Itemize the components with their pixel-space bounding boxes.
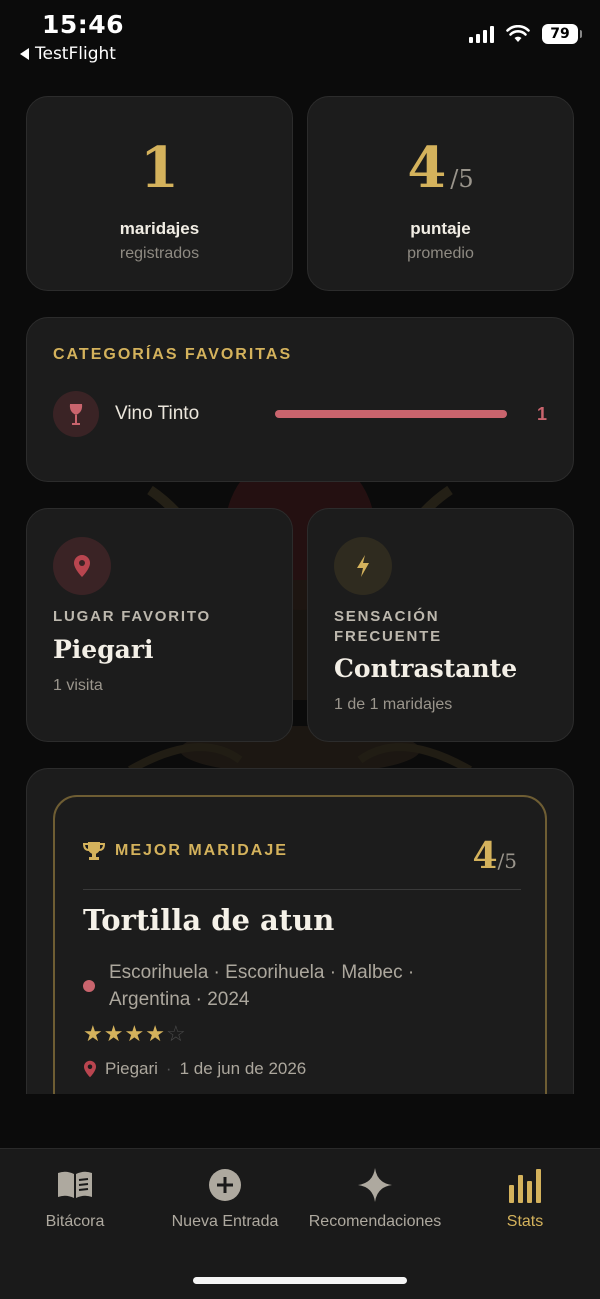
best-pairing-wine: Escorihuela · Escorihuela · Malbec · Arg…: [109, 962, 415, 1010]
best-pairing-card[interactable]: MEJOR MARIDAJE 4/5 Tortilla de atun Esco…: [26, 768, 574, 1094]
best-score-scale: /5: [497, 849, 517, 873]
battery-icon: 79: [542, 24, 582, 44]
tab-label: Stats: [506, 1213, 544, 1230]
back-label: TestFlight: [35, 44, 116, 64]
sparkle-icon: [300, 1165, 450, 1205]
score-label: puntaje: [410, 219, 471, 238]
sensation-label: SENSACIÓN FRECUENTE: [334, 607, 442, 647]
best-pairing-place: Piegari: [105, 1059, 158, 1078]
best-pairing-score: 4/5: [472, 835, 517, 877]
score-scale: /5: [450, 165, 474, 193]
best-pairing-frame: MEJOR MARIDAJE 4/5 Tortilla de atun Esco…: [53, 795, 547, 1094]
trophy-icon: [83, 842, 105, 860]
score-sublabel: promedio: [407, 245, 474, 262]
best-pairing-label: MEJOR MARIDAJE: [115, 842, 288, 859]
stat-card-pairings: 1 maridajes registrados: [26, 96, 293, 291]
star-filled-icon: ★: [145, 1021, 166, 1046]
book-icon: [0, 1165, 150, 1205]
star-empty-icon: ☆: [165, 1021, 187, 1046]
category-row: Vino Tinto 1: [53, 390, 549, 438]
wifi-icon: [506, 25, 530, 42]
back-to-testflight-link[interactable]: TestFlight: [20, 44, 116, 64]
frequent-sensation-card: SENSACIÓN FRECUENTE Contrastante 1 de 1 m…: [307, 508, 574, 742]
location-pin-icon: [84, 1060, 96, 1078]
sensation-label-line2: FRECUENTE: [334, 628, 442, 645]
divider: [83, 889, 521, 890]
sensation-sub: 1 de 1 maridajes: [334, 696, 453, 713]
cellular-signal-icon: [469, 25, 494, 43]
system-indicators: 79: [469, 24, 582, 44]
status-time: 15:46: [42, 10, 125, 39]
best-pairing-meta: Piegari · 1 de jun de 2026: [83, 1059, 306, 1079]
tab-stats[interactable]: Stats: [450, 1165, 600, 1231]
tab-recomendaciones[interactable]: Recomendaciones: [300, 1165, 450, 1231]
sensation-value: Contrastante: [334, 654, 518, 683]
category-bar: [275, 410, 507, 418]
favorite-place-label: LUGAR FAVORITO: [53, 608, 211, 625]
categories-title: CATEGORÍAS FAVORITAS: [53, 346, 293, 363]
lightning-icon: [334, 537, 392, 595]
pairings-label: maridajes: [119, 219, 200, 238]
pairings-count: 1: [140, 135, 179, 201]
best-pairing-header: MEJOR MARIDAJE: [83, 841, 288, 861]
back-arrow-icon: [20, 48, 29, 60]
status-bar: 15:46 TestFlight 79: [0, 0, 600, 80]
average-score: 4: [407, 135, 447, 201]
stat-card-score: 4/5 puntaje promedio: [307, 96, 574, 291]
star-rating: ★★★★☆: [83, 1021, 187, 1047]
category-bar-fill: [275, 410, 507, 418]
sensation-label-line1: SENSACIÓN: [334, 608, 440, 625]
favorite-categories-card: CATEGORÍAS FAVORITAS Vino Tinto 1: [26, 317, 574, 482]
bar-chart-icon: [450, 1165, 600, 1205]
best-pairing-title: Tortilla de atun: [83, 903, 335, 937]
tab-label: Nueva Entrada: [171, 1213, 279, 1230]
location-pin-icon: [53, 537, 111, 595]
tab-bitacora[interactable]: Bitácora: [0, 1165, 150, 1231]
best-pairing-date: 1 de jun de 2026: [179, 1059, 307, 1078]
category-name: Vino Tinto: [115, 403, 200, 424]
tab-label: Bitácora: [45, 1213, 105, 1230]
wine-glass-icon: [53, 391, 99, 437]
star-filled-icon: ★: [103, 1021, 125, 1046]
tab-nueva-entrada[interactable]: Nueva Entrada: [150, 1165, 300, 1231]
best-score-value: 4: [472, 835, 498, 877]
favorite-place-visits: 1 visita: [53, 677, 103, 694]
star-filled-icon: ★: [83, 1021, 104, 1046]
favorite-place-card: LUGAR FAVORITO Piegari 1 visita: [26, 508, 293, 742]
plus-circle-icon: [150, 1165, 300, 1205]
home-indicator[interactable]: [193, 1277, 407, 1284]
star-filled-icon: ★: [124, 1021, 146, 1046]
category-count: 1: [537, 403, 548, 424]
scroll-fade: [0, 1094, 600, 1148]
meta-separator: ·: [165, 1059, 172, 1078]
wine-color-dot: [83, 980, 95, 992]
favorite-place-value: Piegari: [53, 635, 154, 664]
pairings-sublabel: registrados: [119, 245, 200, 262]
tab-label: Recomendaciones: [308, 1213, 442, 1230]
